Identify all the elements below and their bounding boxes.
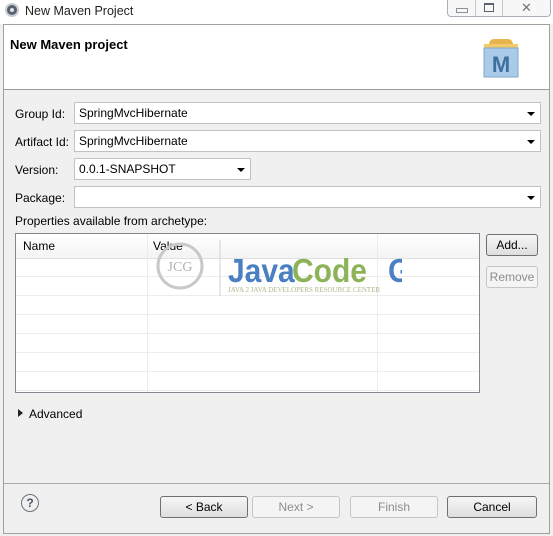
cancel-button[interactable]: Cancel — [447, 496, 537, 518]
wizard-dialog: New Maven project M Group Id: SpringMvcH… — [3, 24, 550, 534]
maven-logo-icon: M — [483, 39, 519, 78]
chevron-down-icon[interactable] — [527, 140, 535, 144]
package-combo[interactable] — [74, 186, 541, 208]
table-row — [16, 372, 479, 391]
column-header-name[interactable]: Name — [23, 239, 55, 253]
table-header: Name Value — [16, 234, 479, 259]
package-label: Package: — [15, 191, 66, 205]
version-value: 0.0.1-SNAPSHOT — [79, 162, 176, 176]
advanced-section-toggle[interactable]: Advanced — [29, 407, 82, 421]
properties-table[interactable]: Name Value — [15, 233, 480, 393]
window-controls: ✕ — [447, 0, 551, 17]
chevron-down-icon[interactable] — [237, 168, 245, 172]
properties-label: Properties available from archetype: — [15, 214, 208, 228]
chevron-down-icon[interactable] — [527, 196, 535, 200]
table-row — [16, 334, 479, 353]
close-icon: ✕ — [521, 0, 532, 15]
minimize-icon — [455, 8, 468, 13]
artifact-id-label: Artifact Id: — [15, 135, 70, 149]
group-id-combo[interactable]: SpringMvcHibernate — [74, 102, 541, 124]
version-label: Version: — [15, 163, 59, 177]
help-icon[interactable]: ? — [21, 494, 39, 512]
artifact-id-combo[interactable]: SpringMvcHibernate — [74, 130, 541, 152]
column-header-value[interactable]: Value — [153, 239, 183, 253]
group-id-label: Group Id: — [15, 107, 66, 121]
version-combo[interactable]: 0.0.1-SNAPSHOT — [74, 158, 251, 180]
chevron-down-icon[interactable] — [527, 112, 535, 116]
artifact-id-value: SpringMvcHibernate — [79, 134, 188, 148]
maximize-button[interactable] — [476, 0, 503, 16]
window-title: New Maven Project — [25, 4, 134, 18]
finish-button[interactable]: Finish — [350, 496, 438, 518]
table-row — [16, 258, 479, 277]
remove-button[interactable]: Remove — [486, 266, 538, 288]
maven-logo-letter: M — [492, 52, 510, 77]
minimize-button[interactable] — [448, 0, 476, 16]
back-button[interactable]: < Back — [160, 496, 248, 518]
table-row — [16, 277, 479, 296]
wizard-header: New Maven project M — [4, 25, 549, 90]
next-button[interactable]: Next > — [252, 496, 340, 518]
eclipse-app-icon — [5, 3, 19, 17]
table-row — [16, 353, 479, 372]
expand-triangle-icon[interactable] — [18, 409, 23, 417]
group-id-value: SpringMvcHibernate — [79, 106, 188, 120]
footer-divider — [4, 483, 549, 484]
title-bar: New Maven Project ✕ — [0, 0, 553, 24]
close-button[interactable]: ✕ — [503, 0, 550, 16]
maximize-icon — [484, 3, 494, 12]
add-button[interactable]: Add... — [486, 234, 538, 256]
table-row — [16, 296, 479, 315]
table-row — [16, 315, 479, 334]
page-title: New Maven project — [10, 37, 128, 52]
